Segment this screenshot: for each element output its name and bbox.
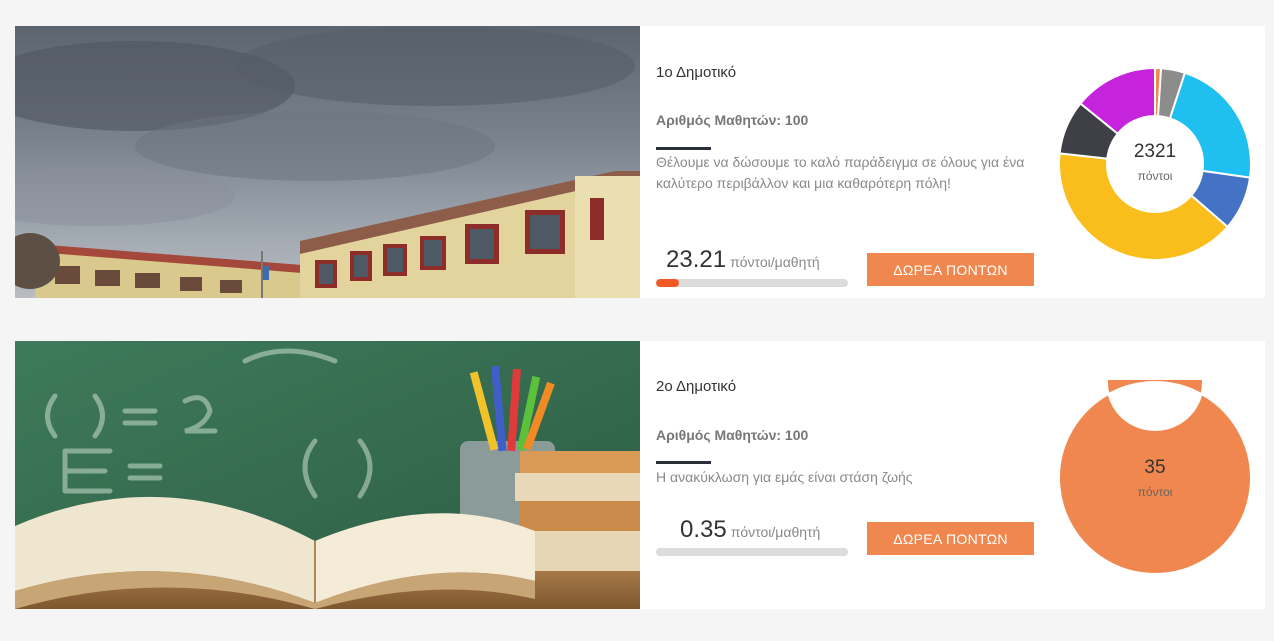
- school-info: 1ο Δημοτικό Αριθμός Μαθητών: 100 Θέλουμε…: [656, 26, 1056, 298]
- divider: [656, 147, 711, 150]
- points-per-student-unit: πόντοι/μαθητή: [730, 524, 821, 540]
- school-name: 2ο Δημοτικό: [656, 378, 737, 395]
- students-count: Αριθμός Μαθητών: 100: [656, 427, 809, 443]
- total-points: 2321 πόντοι: [1095, 141, 1215, 183]
- total-points-value: 2321: [1133, 141, 1177, 162]
- donate-points-button[interactable]: ΔΩΡΕΑ ΠΟΝΤΩΝ: [867, 253, 1034, 286]
- points-per-student: 0.35 πόντοι/μαθητή: [680, 516, 820, 544]
- total-points-unit: πόντοι: [1137, 169, 1173, 183]
- school-photo: [15, 26, 640, 298]
- total-points: 35 πόντοι: [1095, 457, 1215, 499]
- points-per-student-value: 23.21: [666, 246, 727, 273]
- school-building-image: [15, 26, 640, 298]
- donate-points-button[interactable]: ΔΩΡΕΑ ΠΟΝΤΩΝ: [867, 522, 1034, 555]
- divider: [656, 461, 711, 464]
- school-name: 1ο Δημοτικό: [656, 64, 737, 81]
- school-info: 2ο Δημοτικό Αριθμός Μαθητών: 100 Η ανακύ…: [656, 341, 1056, 609]
- school-description: Η ανακύκλωση για εμάς είναι στάση ζωής: [656, 469, 913, 485]
- points-progress-bar: [656, 279, 848, 287]
- school-card-1: 1ο Δημοτικό Αριθμός Μαθητών: 100 Θέλουμε…: [15, 26, 1265, 298]
- school-description: Θέλουμε να δώσουμε το καλό παράδειγμα σε…: [656, 154, 1025, 191]
- points-per-student-value: 0.35: [680, 516, 727, 543]
- school-card-2: 2ο Δημοτικό Αριθμός Μαθητών: 100 Η ανακύ…: [15, 341, 1265, 609]
- books-chalkboard-image: [15, 341, 640, 609]
- points-progress-bar: [656, 548, 848, 556]
- students-count: Αριθμός Μαθητών: 100: [656, 112, 809, 128]
- points-progress-fill: [656, 279, 680, 287]
- school-photo: [15, 341, 640, 609]
- total-points-value: 35: [1144, 457, 1166, 478]
- points-per-student-unit: πόντοι/μαθητή: [730, 254, 820, 270]
- points-per-student: 23.21 πόντοι/μαθητή: [666, 246, 820, 274]
- total-points-unit: πόντοι: [1137, 485, 1173, 499]
